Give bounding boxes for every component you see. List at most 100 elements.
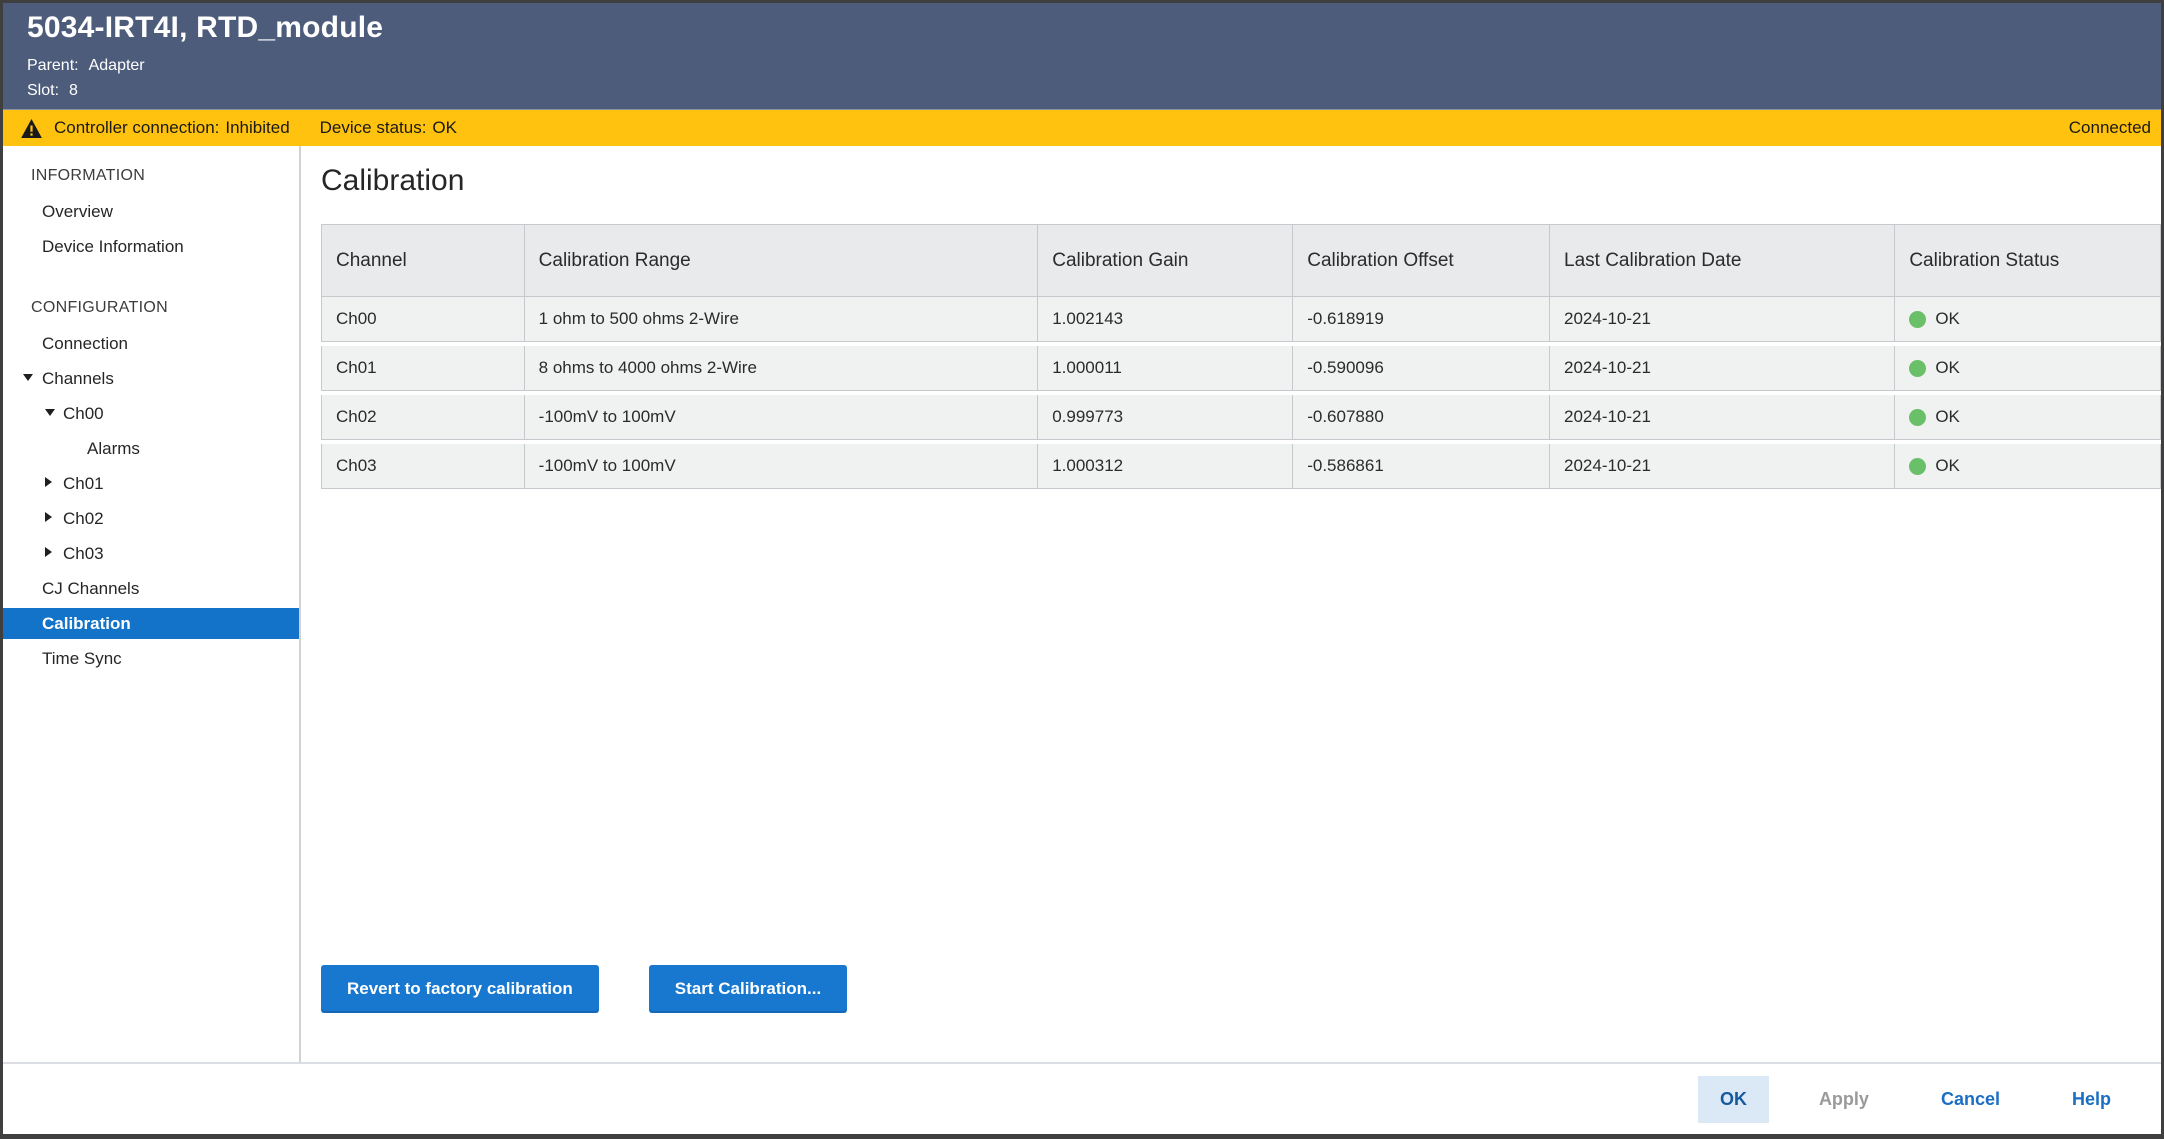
sidebar-item-label: Ch01 bbox=[63, 474, 104, 493]
category-sidebar: INFORMATIONOverviewDevice InformationCON… bbox=[3, 146, 301, 1062]
gain-cell: 1.002143 bbox=[1038, 297, 1293, 342]
parent-label: Parent: bbox=[27, 57, 79, 74]
chevron-right-icon[interactable] bbox=[45, 512, 52, 522]
chevron-right-icon[interactable] bbox=[45, 547, 52, 557]
sidebar-section-heading: CONFIGURATION bbox=[3, 290, 299, 326]
sidebar-item-channels[interactable]: Channels bbox=[3, 361, 299, 396]
column-header: Calibration Status bbox=[1895, 224, 2161, 297]
dialog-footer: OK Apply Cancel Help bbox=[3, 1062, 2161, 1134]
range-cell: -100mV to 100mV bbox=[525, 395, 1039, 440]
slot-value: 8 bbox=[69, 82, 78, 99]
sidebar-item-alarms[interactable]: Alarms bbox=[3, 431, 299, 466]
sidebar-item-label: Overview bbox=[42, 202, 113, 221]
ok-button[interactable]: OK bbox=[1698, 1076, 1769, 1123]
table-row-ch00: Ch001 ohm to 500 ohms 2-Wire1.002143-0.6… bbox=[321, 297, 2161, 342]
channel-cell: Ch00 bbox=[321, 297, 525, 342]
sidebar-item-label: Calibration bbox=[42, 614, 131, 633]
date-cell: 2024-10-21 bbox=[1550, 297, 1895, 342]
status-cell: OK bbox=[1895, 297, 2161, 342]
sidebar-item-ch00[interactable]: Ch00 bbox=[3, 396, 299, 431]
chevron-down-icon[interactable] bbox=[45, 409, 55, 416]
connection-state-badge: Connected bbox=[2069, 118, 2151, 138]
date-cell: 2024-10-21 bbox=[1550, 346, 1895, 391]
controller-connection-status: Controller connection:Inhibited bbox=[54, 118, 290, 138]
sidebar-item-overview[interactable]: Overview bbox=[3, 194, 299, 229]
sidebar-item-label: Ch02 bbox=[63, 509, 104, 528]
sidebar-item-ch03[interactable]: Ch03 bbox=[3, 536, 299, 571]
sidebar-item-calibration[interactable]: Calibration bbox=[3, 608, 299, 639]
calibration-table: ChannelCalibration RangeCalibration Gain… bbox=[321, 224, 2161, 489]
sidebar-item-ch02[interactable]: Ch02 bbox=[3, 501, 299, 536]
chevron-right-icon[interactable] bbox=[45, 477, 52, 487]
date-cell: 2024-10-21 bbox=[1550, 444, 1895, 489]
gain-cell: 1.000011 bbox=[1038, 346, 1293, 391]
channel-cell: Ch02 bbox=[321, 395, 525, 440]
sidebar-item-label: Ch00 bbox=[63, 404, 104, 423]
table-row-ch01: Ch018 ohms to 4000 ohms 2-Wire1.000011-0… bbox=[321, 346, 2161, 391]
module-properties-window: 5034-IRT4I, RTD_module Parent: Adapter Sl… bbox=[0, 0, 2164, 1139]
status-ok-icon bbox=[1909, 311, 1926, 328]
sidebar-item-label: Alarms bbox=[87, 439, 140, 458]
page-title: Calibration bbox=[321, 164, 2161, 198]
status-text: OK bbox=[1935, 407, 1960, 427]
module-title: 5034-IRT4I, RTD_module bbox=[27, 11, 2161, 45]
window-body: INFORMATIONOverviewDevice InformationCON… bbox=[3, 146, 2161, 1062]
sidebar-item-cj-channels[interactable]: CJ Channels bbox=[3, 571, 299, 606]
sidebar-item-label: Connection bbox=[42, 334, 128, 353]
status-text: OK bbox=[1935, 456, 1960, 476]
status-ok-icon bbox=[1909, 409, 1926, 426]
status-cell: OK bbox=[1895, 395, 2161, 440]
range-cell: 1 ohm to 500 ohms 2-Wire bbox=[525, 297, 1039, 342]
chevron-down-icon[interactable] bbox=[23, 374, 33, 381]
sidebar-item-label: Time Sync bbox=[42, 649, 122, 668]
alert-bar: Controller connection:Inhibited Device s… bbox=[3, 110, 2161, 146]
status-ok-icon bbox=[1909, 360, 1926, 377]
revert-factory-calibration-button[interactable]: Revert to factory calibration bbox=[321, 965, 599, 1013]
status-cell: OK bbox=[1895, 346, 2161, 391]
help-button[interactable]: Help bbox=[2050, 1076, 2133, 1123]
channel-cell: Ch03 bbox=[321, 444, 525, 489]
column-header: Calibration Gain bbox=[1038, 224, 1293, 297]
parent-value: Adapter bbox=[89, 57, 145, 74]
sidebar-item-label: CJ Channels bbox=[42, 579, 139, 598]
column-header: Calibration Offset bbox=[1293, 224, 1550, 297]
status-text: OK bbox=[1935, 358, 1960, 378]
range-cell: 8 ohms to 4000 ohms 2-Wire bbox=[525, 346, 1039, 391]
gain-cell: 0.999773 bbox=[1038, 395, 1293, 440]
status-cell: OK bbox=[1895, 444, 2161, 489]
warning-triangle-icon bbox=[21, 119, 42, 138]
date-cell: 2024-10-21 bbox=[1550, 395, 1895, 440]
status-text: OK bbox=[1935, 309, 1960, 329]
column-header: Channel bbox=[321, 224, 525, 297]
status-ok-icon bbox=[1909, 458, 1926, 475]
start-calibration-button[interactable]: Start Calibration... bbox=[649, 965, 847, 1013]
sidebar-item-label: Ch03 bbox=[63, 544, 104, 563]
sidebar-item-label: Channels bbox=[42, 369, 114, 388]
slot-row: Slot: 8 bbox=[27, 78, 2161, 103]
channel-cell: Ch01 bbox=[321, 346, 525, 391]
offset-cell: -0.590096 bbox=[1293, 346, 1550, 391]
column-header: Last Calibration Date bbox=[1550, 224, 1895, 297]
table-row-ch02: Ch02-100mV to 100mV0.999773-0.6078802024… bbox=[321, 395, 2161, 440]
column-header: Calibration Range bbox=[525, 224, 1039, 297]
device-status: Device status:OK bbox=[320, 118, 457, 138]
sidebar-item-ch01[interactable]: Ch01 bbox=[3, 466, 299, 501]
parent-row: Parent: Adapter bbox=[27, 53, 2161, 78]
sidebar-item-label: Device Information bbox=[42, 237, 184, 256]
offset-cell: -0.607880 bbox=[1293, 395, 1550, 440]
slot-label: Slot: bbox=[27, 82, 59, 99]
sidebar-item-connection[interactable]: Connection bbox=[3, 326, 299, 361]
sidebar-item-time-sync[interactable]: Time Sync bbox=[3, 641, 299, 676]
gain-cell: 1.000312 bbox=[1038, 444, 1293, 489]
table-header-row: ChannelCalibration RangeCalibration Gain… bbox=[321, 224, 2161, 297]
table-row-ch03: Ch03-100mV to 100mV1.000312-0.5868612024… bbox=[321, 444, 2161, 489]
sidebar-item-device-information[interactable]: Device Information bbox=[3, 229, 299, 264]
apply-button[interactable]: Apply bbox=[1797, 1076, 1891, 1123]
calibration-panel: Calibration ChannelCalibration RangeCali… bbox=[301, 146, 2161, 1062]
cancel-button[interactable]: Cancel bbox=[1919, 1076, 2022, 1123]
calibration-actions: Revert to factory calibration Start Cali… bbox=[321, 965, 2161, 1013]
range-cell: -100mV to 100mV bbox=[525, 444, 1039, 489]
module-header: 5034-IRT4I, RTD_module Parent: Adapter Sl… bbox=[3, 3, 2161, 110]
offset-cell: -0.586861 bbox=[1293, 444, 1550, 489]
offset-cell: -0.618919 bbox=[1293, 297, 1550, 342]
